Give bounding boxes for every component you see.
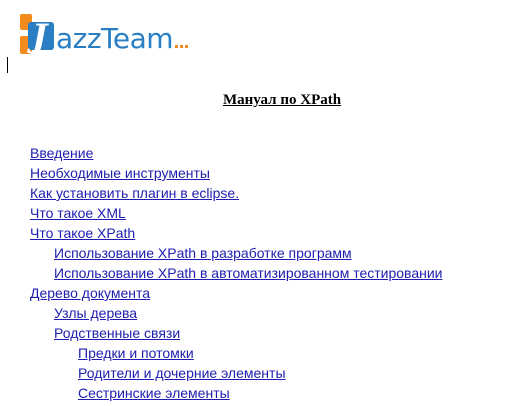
toc-item: Как установить плагин в eclipse. xyxy=(30,183,443,203)
jazzteam-logo: J azzTeam xyxy=(20,12,189,55)
toc-link[interactable]: Необходимые инструменты xyxy=(30,165,210,181)
logo-letter: J xyxy=(32,17,48,55)
toc-link[interactable]: Использование XPath в разработке програм… xyxy=(54,245,352,261)
toc-item: Введение xyxy=(30,143,443,163)
toc-item: Сестринские элементы xyxy=(30,383,443,403)
document-page: J azzTeam Мануал по XPath Введение Необхо… xyxy=(0,0,518,406)
text-cursor xyxy=(7,57,8,73)
toc-link[interactable]: Сестринские элементы xyxy=(78,385,230,401)
toc-item: Необходимые инструменты xyxy=(30,163,443,183)
toc-link[interactable]: Родственные связи xyxy=(54,325,180,341)
toc-link[interactable]: Что такое XPath xyxy=(30,225,135,241)
toc-item: Что такое XPath xyxy=(30,223,443,243)
toc-item: Использование XPath в автоматизированном… xyxy=(30,263,443,283)
toc-link[interactable]: Родители и дочерние элементы xyxy=(78,365,286,381)
toc-link[interactable]: Дерево документа xyxy=(30,285,150,301)
toc-item: Родственные связи xyxy=(30,323,443,343)
toc-item: Что такое XML xyxy=(30,203,443,223)
table-of-contents: Введение Необходимые инструменты Как устан… xyxy=(30,143,443,403)
document-title: Мануал по XPath xyxy=(222,92,342,108)
toc-link[interactable]: Как установить плагин в eclipse. xyxy=(30,185,239,201)
toc-item: Родители и дочерние элементы xyxy=(30,363,443,383)
toc-link[interactable]: Использование XPath в автоматизированном… xyxy=(54,265,443,281)
toc-link[interactable]: Что такое XML xyxy=(30,205,126,221)
logo-text: azzTeam xyxy=(56,22,174,55)
toc-item: Использование XPath в разработке програм… xyxy=(30,243,443,263)
toc-link[interactable]: Предки и потомки xyxy=(78,345,194,361)
toc-item: Дерево документа xyxy=(30,283,443,303)
toc-link[interactable]: Введение xyxy=(30,145,93,161)
toc-item: Узлы дерева xyxy=(30,303,443,323)
toc-link[interactable]: Узлы дерева xyxy=(54,305,137,321)
logo-mark-icon: J xyxy=(20,14,56,54)
toc-item: Предки и потомки xyxy=(30,343,443,363)
logo-dots-icon xyxy=(175,45,189,48)
